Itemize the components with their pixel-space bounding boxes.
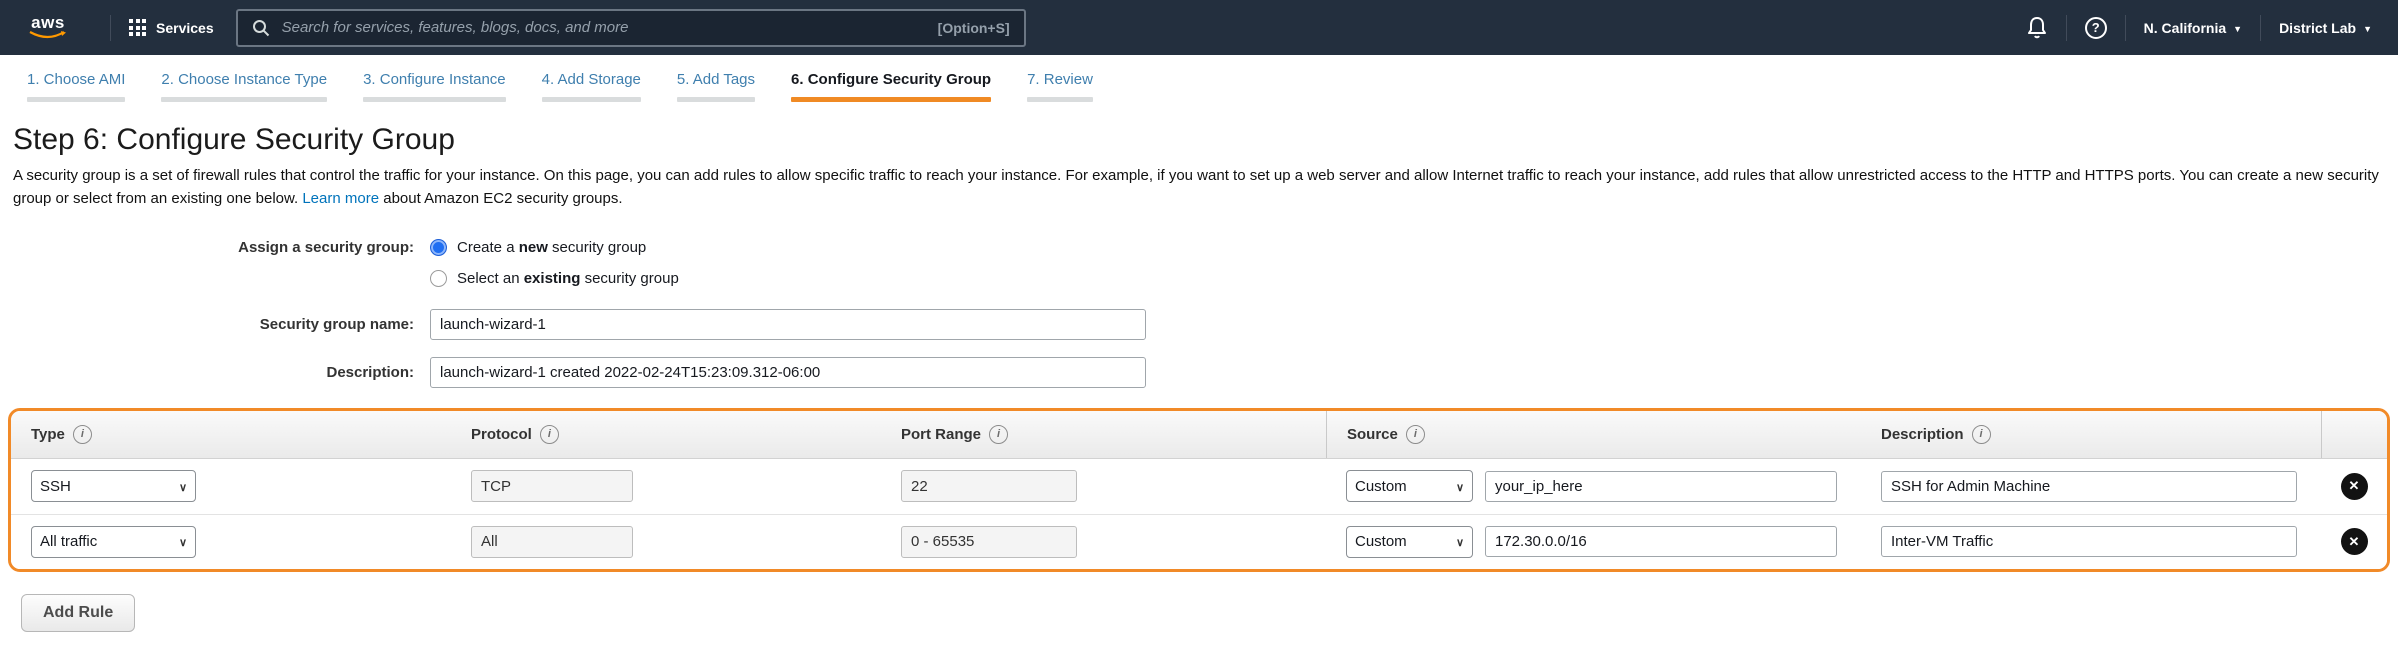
chevron-down-icon [1456,478,1464,495]
services-grid-icon [129,19,146,36]
region-selector[interactable]: N. California ▼ [2144,20,2242,36]
security-rules-table: Type Protocol Port Range Source Descript… [8,408,2390,572]
rule-source-mode-select[interactable]: Custom [1346,526,1473,558]
header-description: Description [1861,411,2321,458]
rule-row-ssh: SSH Custom [11,459,2387,514]
services-menu-button[interactable]: Services [129,19,214,36]
rules-table-header: Type Protocol Port Range Source Descript… [11,411,2387,459]
rule-description-input[interactable] [1881,526,2297,557]
tab-add-tags[interactable]: 5. Add Tags [677,71,755,102]
rule-protocol-field [471,526,633,558]
tab-configure-security-group[interactable]: 6. Configure Security Group [791,71,991,102]
chevron-down-icon [179,533,187,550]
info-icon[interactable] [73,425,92,444]
caret-down-icon: ▼ [2363,24,2372,34]
account-label: District Lab [2279,20,2356,36]
assign-security-group-label: Assign a security group: [0,239,430,256]
caret-down-icon: ▼ [2233,24,2242,34]
aws-logo[interactable]: aws [28,16,68,40]
rule-port-range-field [901,470,1077,502]
region-label: N. California [2144,20,2226,36]
security-group-description-label: Description: [0,364,430,381]
header-source: Source [1326,411,1861,458]
search-icon [252,19,270,37]
radio-create-new-group[interactable]: Create a new security group [430,239,646,256]
radio-selected-icon[interactable] [430,239,447,256]
rule-type-select[interactable]: All traffic [31,526,196,558]
notifications-bell-button[interactable] [2026,16,2048,40]
info-icon[interactable] [1972,425,1991,444]
header-port-range: Port Range [881,411,1326,458]
nav-divider [110,15,111,41]
help-icon: ? [2085,17,2107,39]
account-menu[interactable]: District Lab ▼ [2279,20,2372,36]
chevron-down-icon [179,478,187,495]
rule-source-input[interactable] [1485,526,1837,557]
wizard-step-tabs: 1. Choose AMI 2. Choose Instance Type 3.… [0,55,2398,102]
add-rule-button[interactable]: Add Rule [21,594,135,632]
global-search-box[interactable]: [Option+S] [236,9,1026,47]
services-label: Services [156,20,214,36]
security-group-name-label: Security group name: [0,316,430,333]
tab-choose-instance-type[interactable]: 2. Choose Instance Type [161,71,327,102]
header-type: Type [11,411,451,458]
tab-choose-ami[interactable]: 1. Choose AMI [27,71,125,102]
learn-more-link[interactable]: Learn more [302,190,379,207]
help-button[interactable]: ? [2085,17,2107,39]
info-icon[interactable] [540,425,559,444]
search-shortcut-hint: [Option+S] [938,20,1010,36]
search-input[interactable] [282,19,926,36]
security-group-name-input[interactable] [430,309,1146,340]
security-group-description-input[interactable] [430,357,1146,388]
aws-logo-text: aws [31,16,65,30]
delete-rule-icon[interactable] [2341,528,2368,555]
tab-review[interactable]: 7. Review [1027,71,1093,102]
header-protocol: Protocol [451,411,881,458]
aws-smile-icon [28,30,68,40]
header-actions [2321,411,2387,458]
rule-source-mode-select[interactable]: Custom [1346,470,1473,502]
rule-type-select[interactable]: SSH [31,470,196,502]
rule-port-range-field [901,526,1077,558]
bell-icon [2026,16,2048,40]
rule-source-input[interactable] [1485,471,1837,502]
tab-add-storage[interactable]: 4. Add Storage [542,71,641,102]
info-icon[interactable] [1406,425,1425,444]
delete-rule-icon[interactable] [2341,473,2368,500]
top-navigation-bar: aws Services [Option+S] ? [0,0,2398,55]
page-description: A security group is a set of firewall ru… [13,164,2384,211]
page-title: Step 6: Configure Security Group [13,123,2398,157]
rule-row-all-traffic: All traffic Custom [11,514,2387,569]
radio-select-existing-group[interactable]: Select an existing security group [430,270,679,287]
rule-protocol-field [471,470,633,502]
tab-configure-instance[interactable]: 3. Configure Instance [363,71,506,102]
radio-unselected-icon[interactable] [430,270,447,287]
chevron-down-icon [1456,533,1464,550]
rule-description-input[interactable] [1881,471,2297,502]
info-icon[interactable] [989,425,1008,444]
